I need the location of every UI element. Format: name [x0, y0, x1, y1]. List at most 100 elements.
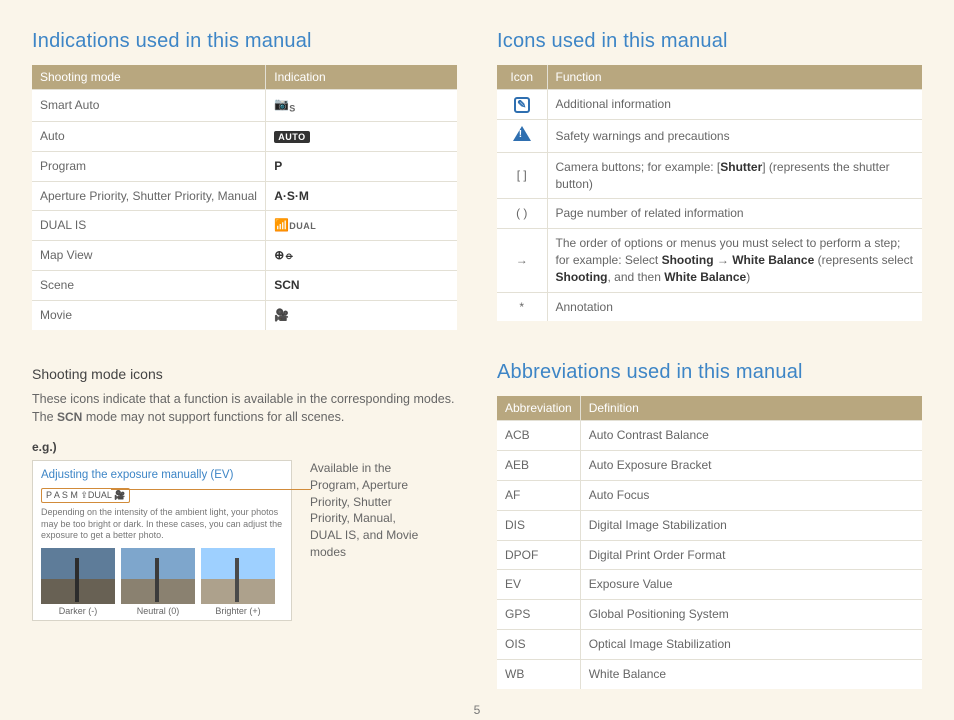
table-header-row: Shooting mode Indication	[32, 65, 457, 90]
table-row: [ ] Camera buttons; for example: [Shutter…	[497, 152, 922, 199]
definition-cell: Auto Focus	[580, 480, 922, 510]
example-card-title: Adjusting the exposure manually (EV)	[41, 469, 283, 481]
abbreviation-cell: WB	[497, 659, 580, 688]
thumb-caption: Brighter (+)	[215, 606, 260, 616]
scn-inline-icon: SCN	[57, 410, 82, 424]
indication-cell: ⊕⦵	[266, 241, 457, 271]
eg-label: e.g.)	[32, 440, 457, 454]
definition-cell: Auto Contrast Balance	[580, 421, 922, 451]
th-icon: Icon	[497, 65, 547, 90]
function-cell: Page number of related information	[547, 199, 922, 229]
heading-abbreviations: Abbreviations used in this manual	[497, 361, 922, 384]
mode-cell: Aperture Priority, Shutter Priority, Man…	[32, 181, 266, 211]
page-number: 5	[0, 703, 954, 717]
heading-indications: Indications used in this manual	[32, 30, 457, 53]
text-part2: mode may not support functions for all s…	[82, 410, 344, 424]
icon-cell: [ ]	[497, 152, 547, 199]
abbreviation-cell: EV	[497, 570, 580, 600]
smart-auto-icon: 📷S	[274, 97, 295, 111]
definition-cell: Exposure Value	[580, 570, 922, 600]
abbreviations-table: Abbreviation Definition ACBAuto Contrast…	[497, 396, 922, 688]
abbreviation-cell: GPS	[497, 600, 580, 630]
shooting-mode-icons-text: These icons indicate that a function is …	[32, 390, 457, 427]
mode-cell: DUAL IS	[32, 211, 266, 241]
table-row: → The order of options or menus you must …	[497, 229, 922, 292]
mode-strip: P A S M ⇪DUAL 🎥	[41, 488, 130, 503]
symbol: [ ]	[517, 168, 527, 182]
mode-cell: Scene	[32, 270, 266, 300]
table-row: *Annotation	[497, 292, 922, 321]
icon-cell: ✎	[497, 90, 547, 120]
example-callout-note: Available in the Program, Aperture Prior…	[310, 460, 430, 561]
mode-cell: Auto	[32, 121, 266, 151]
table-row: EVExposure Value	[497, 570, 922, 600]
table-row: DUAL IS 📶DUAL	[32, 211, 457, 241]
scene-icon: SCN	[274, 278, 299, 292]
table-row: AEBAuto Exposure Bracket	[497, 451, 922, 481]
indication-cell: 📷S	[266, 90, 457, 122]
abbreviation-cell: AEB	[497, 451, 580, 481]
icon-cell: ( )	[497, 199, 547, 229]
table-row: Auto AUTO	[32, 121, 457, 151]
indication-cell: P	[266, 151, 457, 181]
definition-cell: White Balance	[580, 659, 922, 688]
icon-cell: *	[497, 292, 547, 321]
page: Indications used in this manual Shooting…	[0, 0, 954, 699]
table-header-row: Abbreviation Definition	[497, 396, 922, 421]
indication-cell: 🎥	[266, 300, 457, 329]
table-row: WBWhite Balance	[497, 659, 922, 688]
info-icon: ✎	[514, 97, 530, 113]
thumb-caption: Neutral (0)	[137, 606, 180, 616]
abbreviation-cell: DIS	[497, 510, 580, 540]
thumb-caption: Darker (-)	[59, 606, 98, 616]
th-indication: Indication	[266, 65, 457, 90]
table-row: Aperture Priority, Shutter Priority, Man…	[32, 181, 457, 211]
table-row: DPOFDigital Print Order Format	[497, 540, 922, 570]
table-row: ( ) Page number of related information	[497, 199, 922, 229]
indication-cell: 📶DUAL	[266, 211, 457, 241]
table-row: ✎ Additional information	[497, 90, 922, 120]
abbreviation-cell: DPOF	[497, 540, 580, 570]
table-row: Smart Auto 📷S	[32, 90, 457, 122]
definition-cell: Optical Image Stabilization	[580, 629, 922, 659]
function-cell: Camera buttons; for example: [Shutter] (…	[547, 152, 922, 199]
thumb-pic	[201, 548, 275, 604]
definition-cell: Digital Print Order Format	[580, 540, 922, 570]
mode-cell: Map View	[32, 241, 266, 271]
heading-icons: Icons used in this manual	[497, 30, 922, 53]
symbol: *	[519, 300, 524, 314]
th-definition: Definition	[580, 396, 922, 421]
subheading-shooting-mode-icons: Shooting mode icons	[32, 366, 457, 382]
function-cell: Safety warnings and precautions	[547, 120, 922, 153]
symbol: ( )	[516, 206, 527, 220]
symbol: →	[516, 253, 528, 267]
thumb-pic	[121, 548, 195, 604]
movie-icon: 🎥	[274, 308, 289, 322]
function-cell: The order of options or menus you must s…	[547, 229, 922, 292]
table-row: ProgramP	[32, 151, 457, 181]
example-card: Adjusting the exposure manually (EV) P A…	[32, 460, 292, 621]
table-row: Safety warnings and precautions	[497, 120, 922, 153]
th-function: Function	[547, 65, 922, 90]
program-icon: P	[274, 159, 282, 173]
table-row: OISOptical Image Stabilization	[497, 629, 922, 659]
definition-cell: Auto Exposure Bracket	[580, 451, 922, 481]
th-shooting-mode: Shooting mode	[32, 65, 266, 90]
warning-icon	[513, 126, 531, 141]
map-view-icon: ⊕⦵	[274, 248, 294, 262]
mode-cell: Smart Auto	[32, 90, 266, 122]
example-thumbnails: Darker (-) Neutral (0) Brighter (+)	[41, 548, 283, 616]
table-header-row: Icon Function	[497, 65, 922, 90]
indication-cell: AUTO	[266, 121, 457, 151]
function-cell: Additional information	[547, 90, 922, 120]
auto-icon: AUTO	[274, 131, 309, 143]
table-row: AFAuto Focus	[497, 480, 922, 510]
thumb-brighter: Brighter (+)	[201, 548, 275, 616]
dual-is-icon: 📶DUAL	[274, 218, 316, 232]
thumb-neutral: Neutral (0)	[121, 548, 195, 616]
asm-icon: A·S·M	[274, 189, 309, 203]
table-row: Movie🎥	[32, 300, 457, 329]
abbreviation-cell: ACB	[497, 421, 580, 451]
right-column: Icons used in this manual Icon Function …	[497, 30, 922, 689]
indications-table: Shooting mode Indication Smart Auto 📷S Aut…	[32, 65, 457, 330]
